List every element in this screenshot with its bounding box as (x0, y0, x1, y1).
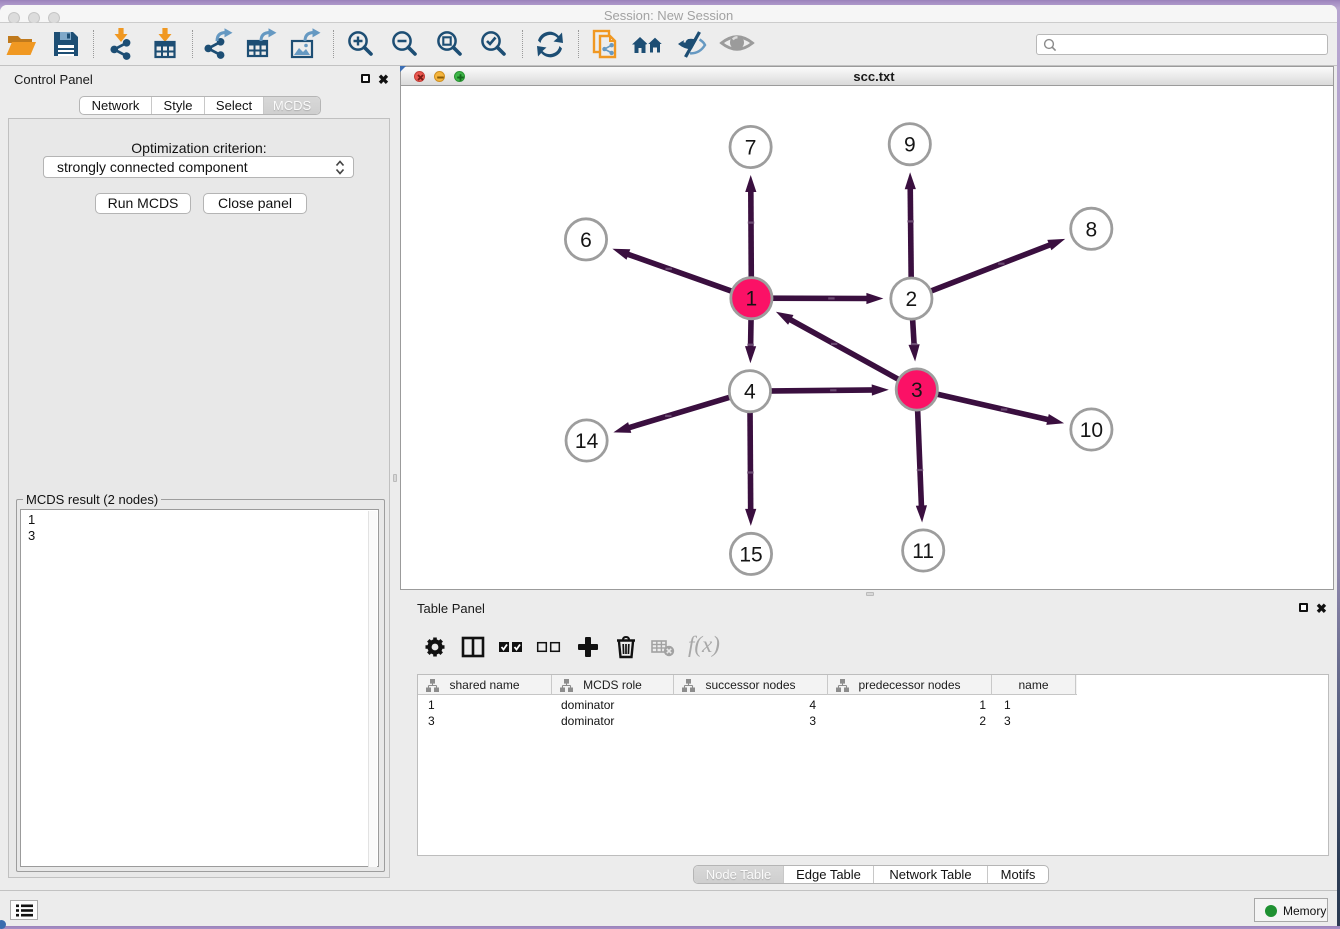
svg-text:11: 11 (912, 540, 934, 563)
svg-text:8: 8 (1085, 218, 1097, 241)
svg-text:3: 3 (911, 379, 923, 402)
svg-text:10: 10 (1080, 419, 1103, 442)
svg-text:14: 14 (575, 430, 599, 453)
svg-text:6: 6 (580, 229, 592, 252)
svg-text:2: 2 (906, 288, 918, 311)
svg-text:9: 9 (904, 134, 916, 157)
svg-text:7: 7 (745, 137, 757, 160)
svg-text:4: 4 (744, 381, 756, 404)
svg-text:15: 15 (739, 543, 762, 566)
svg-text:1: 1 (746, 288, 758, 311)
